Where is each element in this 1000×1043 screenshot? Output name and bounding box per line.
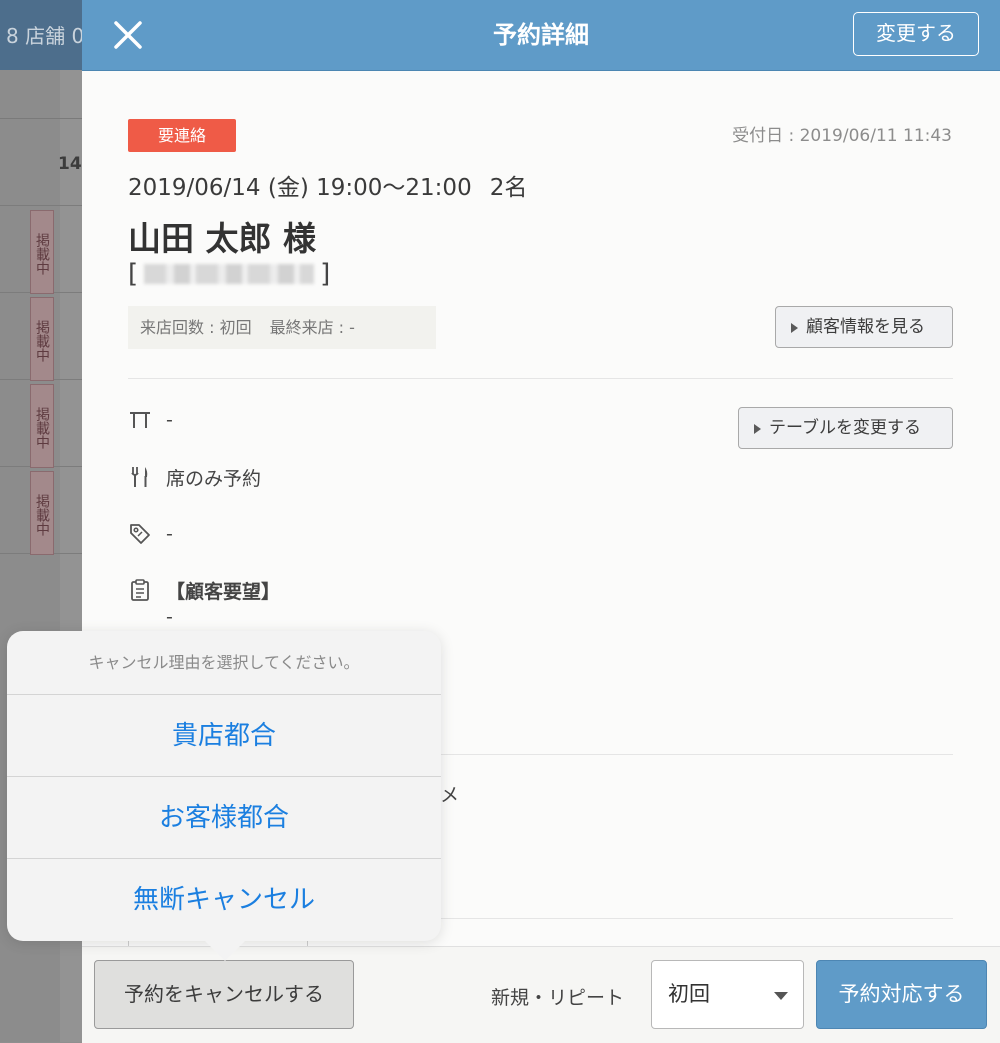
table-icon — [130, 412, 150, 428]
change-button[interactable]: 変更する — [853, 12, 979, 56]
reservation-time: 2019/06/14 (金) 19:00〜21:00 — [128, 175, 472, 201]
visit-history: 来店回数 : 初回 最終来店 : - — [128, 306, 436, 349]
chevron-down-icon — [774, 992, 788, 1000]
last-visit: 最終来店 : - — [269, 318, 355, 337]
clipboard-icon — [131, 579, 149, 601]
respond-reservation-button[interactable]: 予約対応する — [816, 960, 987, 1029]
cancel-reason-option-no-show[interactable]: 無断キャンセル — [7, 858, 441, 941]
divider — [128, 378, 953, 379]
request-title: 【顧客要望】 — [166, 580, 281, 603]
view-customer-info-button[interactable]: 顧客情報を見る — [775, 306, 953, 348]
guest-name: 山田 太郎 様 — [128, 219, 316, 258]
cancel-reason-option-customer[interactable]: お客様都合 — [7, 776, 441, 859]
memo-partial-text: メ — [440, 784, 460, 806]
new-repeat-label: 新規・リピート — [491, 987, 625, 1009]
modal-header: 予約詳細 変更する — [82, 0, 1000, 71]
request-value: - — [166, 606, 173, 628]
background-store-title: 8 店舗 0 — [6, 24, 85, 48]
guest-phone: [ ] — [128, 256, 330, 292]
course-info-row: 席のみ予約 — [128, 462, 261, 492]
status-badge: 要連絡 — [128, 119, 236, 152]
background-listing-badge: 掲載中 — [30, 210, 54, 294]
phone-bracket-close: ] — [320, 259, 331, 289]
received-date: 受付日 : 2019/06/11 11:43 — [732, 126, 952, 146]
redacted-phone — [144, 264, 315, 284]
visit-count: 来店回数 : 初回 — [140, 318, 252, 337]
visit-type-select[interactable]: 初回 — [651, 960, 804, 1029]
tag-info-row: - — [128, 519, 173, 549]
request-info-row: 【顧客要望】 — [128, 575, 280, 605]
background-listing-badge: 掲載中 — [30, 471, 54, 555]
popover-title: キャンセル理由を選択してください。 — [88, 653, 360, 672]
background-listing-badge: 掲載中 — [30, 384, 54, 468]
cutlery-icon — [131, 467, 148, 487]
phone-bracket-open: [ — [128, 259, 139, 289]
reservation-datetime: 2019/06/14 (金) 19:00〜21:00 2名 — [128, 168, 527, 202]
background-listing-badge: 掲載中 — [30, 297, 54, 381]
table-value: - — [166, 409, 173, 431]
tag-icon — [130, 524, 150, 544]
party-size: 2名 — [489, 175, 528, 201]
visit-type-value: 初回 — [668, 982, 710, 1006]
view-customer-info-label: 顧客情報を見る — [806, 317, 925, 337]
course-value: 席のみ予約 — [166, 467, 262, 490]
close-icon[interactable] — [110, 17, 146, 53]
change-table-button[interactable]: テーブルを変更する — [738, 407, 953, 449]
background-column-header: 14: — [0, 70, 88, 174]
background-row-line — [0, 205, 82, 206]
tag-value: - — [166, 523, 173, 545]
cancel-reason-option-store[interactable]: 貴店都合 — [7, 694, 441, 777]
table-info-row: - — [128, 405, 173, 435]
popover-arrow — [203, 939, 247, 961]
play-triangle-icon — [791, 323, 798, 333]
change-table-label: テーブルを変更する — [769, 418, 921, 438]
cancel-reservation-button[interactable]: 予約をキャンセルする — [94, 960, 354, 1029]
play-triangle-icon — [754, 424, 761, 434]
cancel-reason-popover: キャンセル理由を選択してください。 貴店都合 お客様都合 無断キャンセル — [7, 631, 441, 941]
